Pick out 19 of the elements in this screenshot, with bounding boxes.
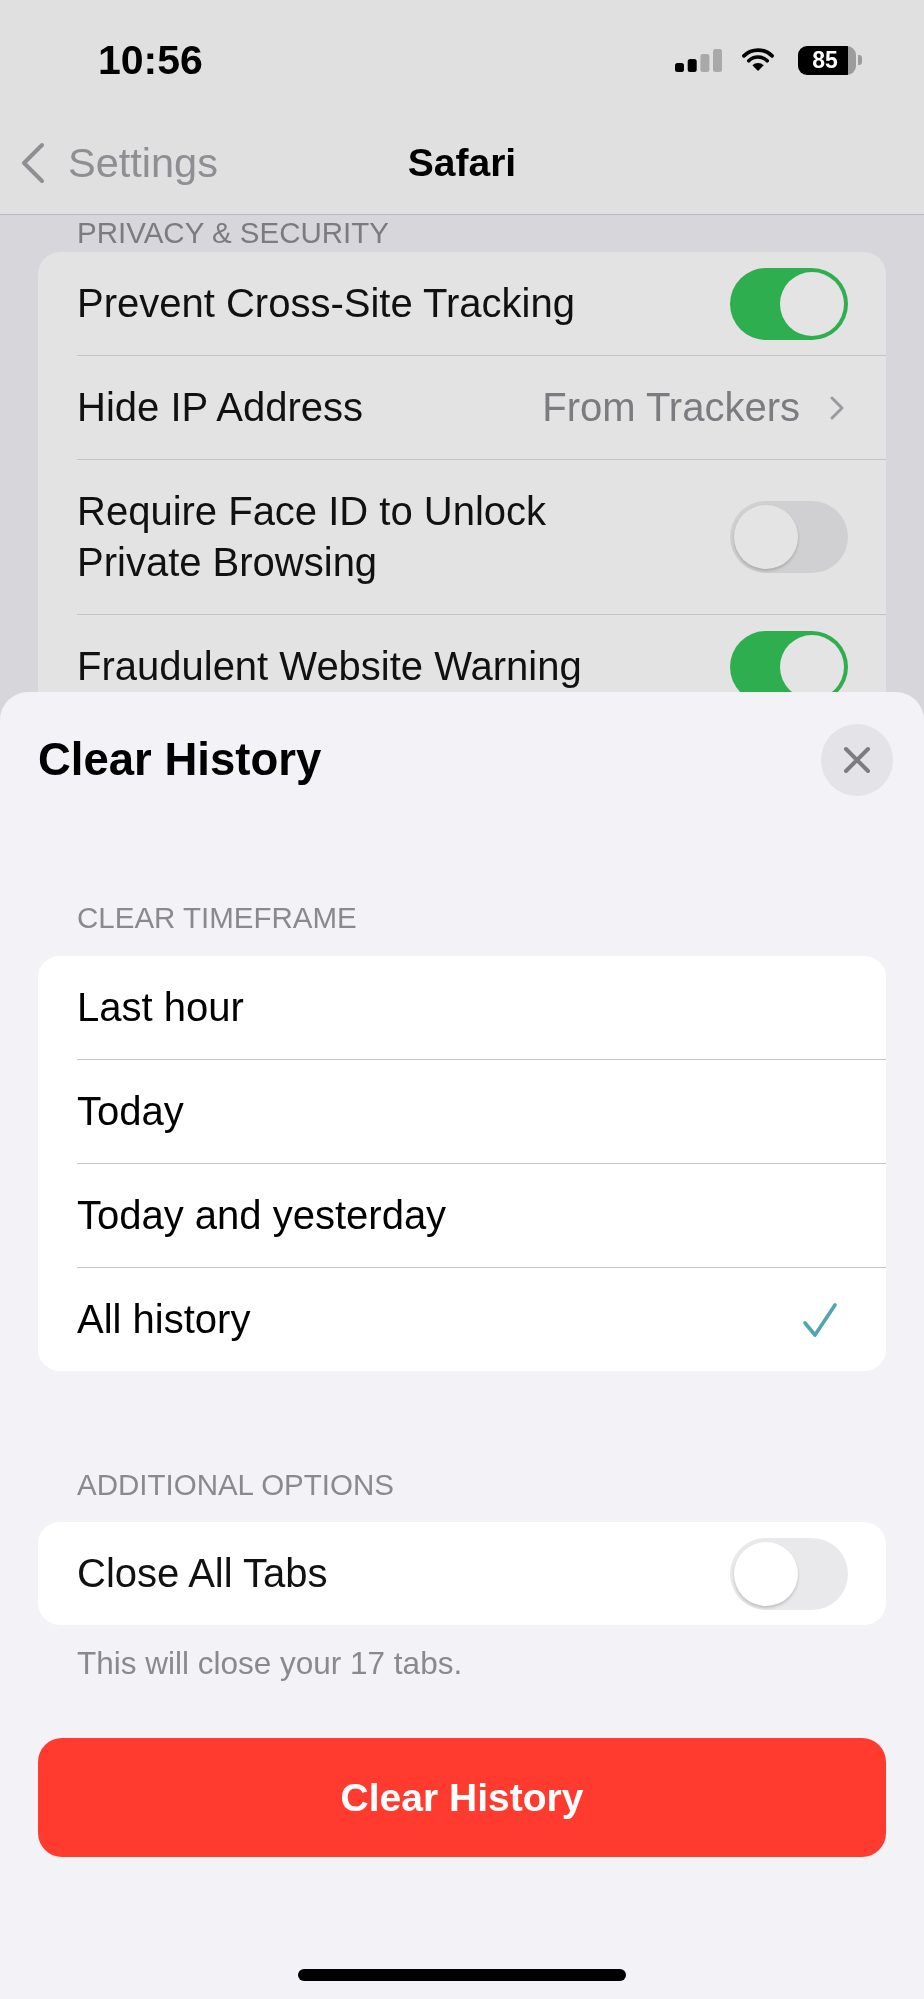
wifi-icon bbox=[742, 48, 774, 72]
signal-icon bbox=[675, 48, 722, 72]
sheet-title: Clear History bbox=[38, 734, 322, 786]
setting-label: Require Face ID to Unlock Private Browsing bbox=[77, 488, 548, 586]
clear-history-button[interactable]: Clear History bbox=[38, 1738, 886, 1857]
setting-label: Prevent Cross-Site Tracking bbox=[77, 280, 575, 327]
section-header: PRIVACY & SECURITY bbox=[76, 218, 390, 248]
footer-note: This will close your 17 tabs. bbox=[76, 1647, 464, 1679]
close-icon bbox=[843, 746, 871, 774]
section-header: ADDITIONAL OPTIONS bbox=[76, 1468, 395, 1502]
nav-title: Safari bbox=[407, 141, 517, 185]
status-time: 10:56 bbox=[98, 36, 203, 84]
section-header: CLEAR TIMEFRAME bbox=[76, 901, 358, 935]
setting-label: Fraudulent Website Warning bbox=[77, 643, 582, 690]
chevron-right-icon bbox=[829, 394, 845, 421]
option-label: Close All Tabs bbox=[77, 1550, 328, 1597]
chevron-left-icon bbox=[20, 142, 46, 184]
battery-indicator: 85 bbox=[798, 45, 862, 75]
setting-label: Hide IP Address bbox=[77, 384, 364, 431]
